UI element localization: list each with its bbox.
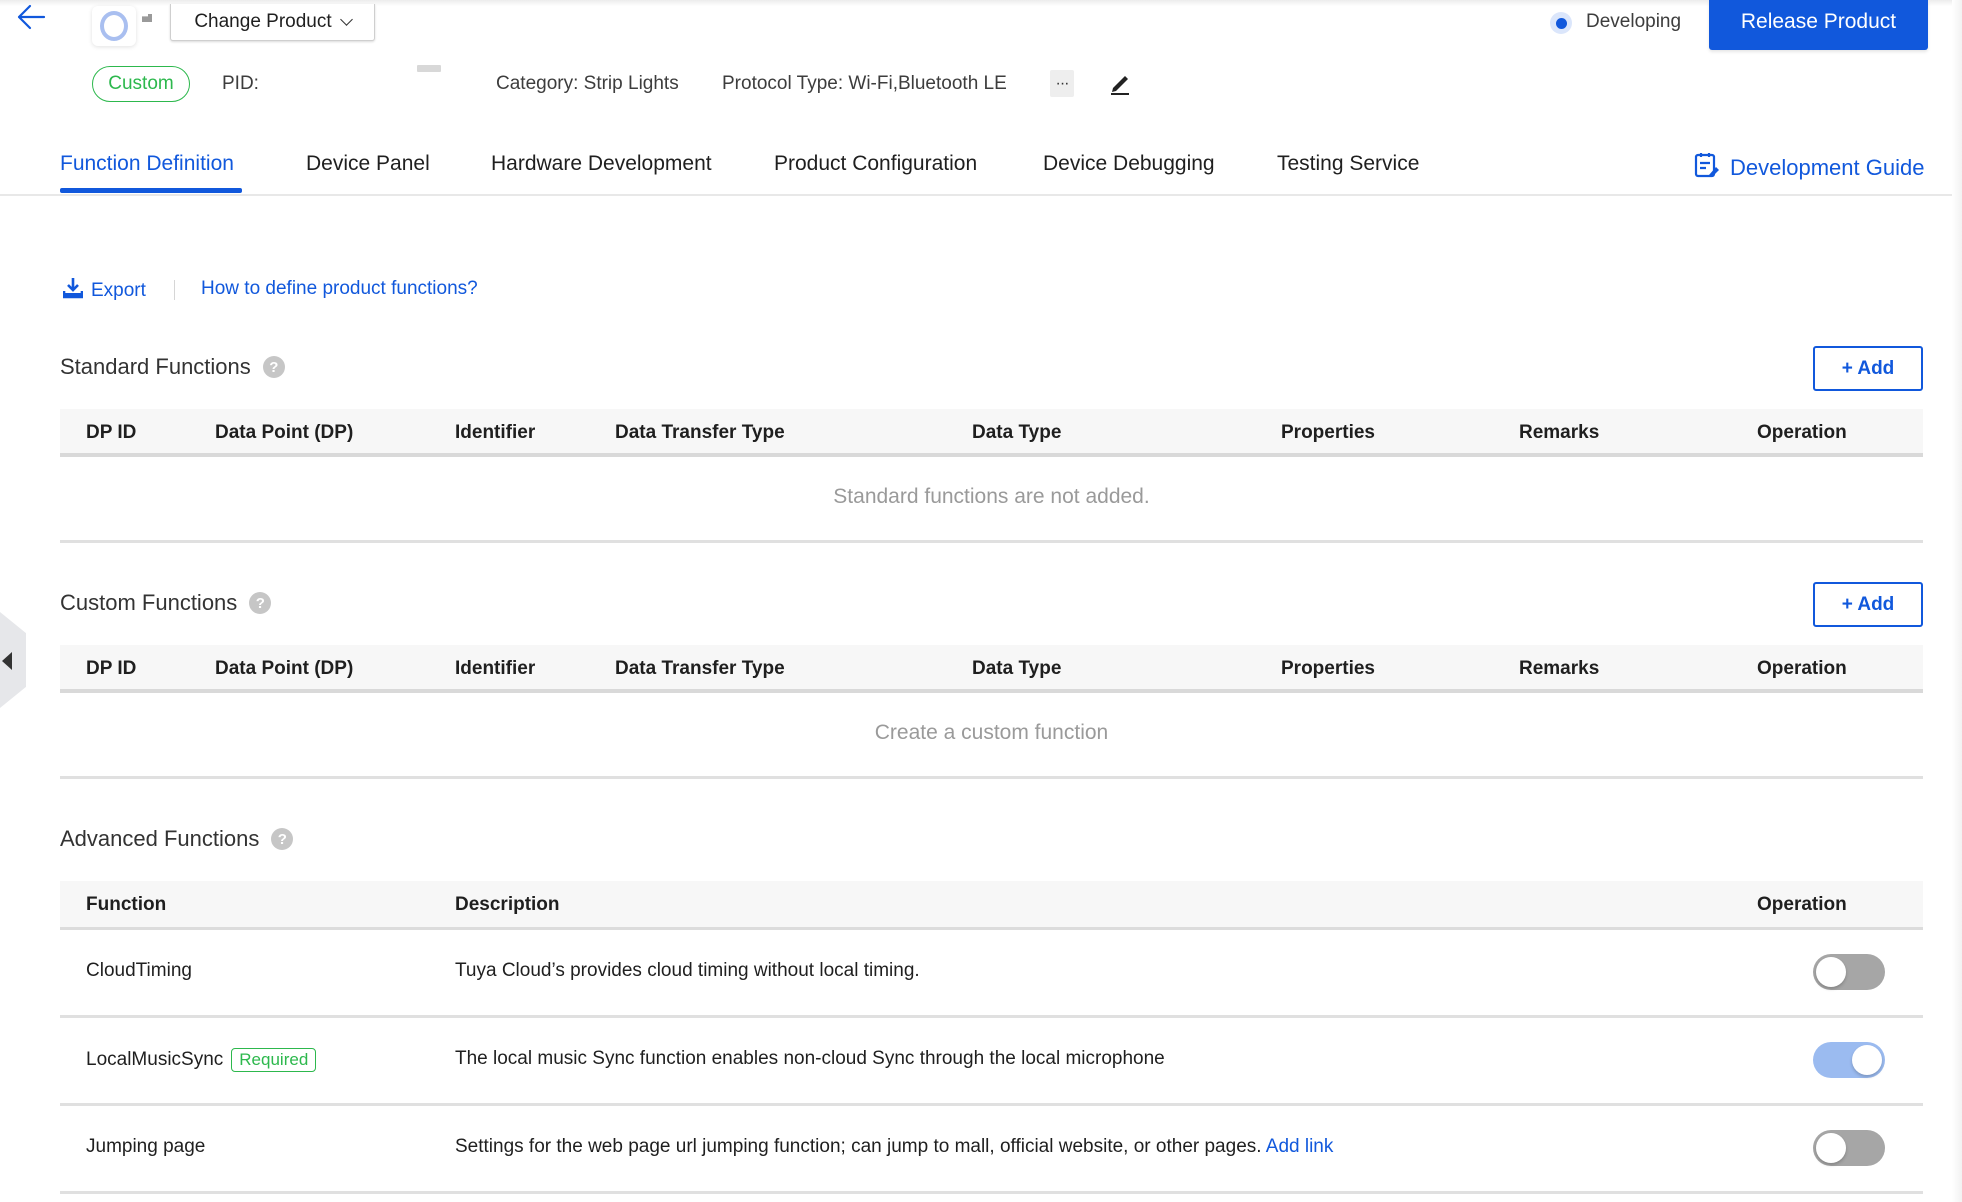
column-header: Operation (1757, 658, 1847, 679)
column-header: Data Point (DP) (215, 422, 354, 443)
status-text: Developing (1586, 11, 1682, 32)
function-name: Jumping page (86, 1136, 206, 1157)
tab-testing-service[interactable]: Testing Service (1277, 152, 1419, 176)
export-label: Export (91, 280, 146, 301)
advanced-functions-heading: Advanced Functions ? (60, 826, 294, 852)
column-header: Remarks (1519, 658, 1600, 679)
add-standard-function-button[interactable]: + Add (1813, 346, 1923, 391)
function-description: The local music Sync function enables no… (455, 1048, 1165, 1069)
development-guide-label: Development Guide (1730, 155, 1925, 180)
column-header: Data Point (DP) (215, 658, 354, 679)
protocol-label: Protocol Type: Wi-Fi,Bluetooth LE (722, 73, 1007, 94)
development-guide-link[interactable]: Development Guide (1694, 151, 1924, 185)
chevron-down-icon (339, 13, 353, 26)
required-badge: Required (231, 1048, 317, 1072)
help-icon[interactable]: ? (249, 592, 272, 614)
guide-notebook-icon (1694, 151, 1720, 185)
change-product-button[interactable]: Change Product (170, 4, 375, 41)
help-icon[interactable]: ? (271, 828, 294, 850)
column-header: Operation (1757, 422, 1847, 443)
tab-product-configuration[interactable]: Product Configuration (774, 152, 977, 176)
column-header: Data Transfer Type (615, 658, 785, 679)
column-header: Description (455, 894, 560, 915)
product-logo-icon (100, 11, 128, 41)
table-row: Jumping page Settings for the web page u… (60, 1106, 1923, 1194)
help-icon[interactable]: ? (262, 356, 285, 378)
toggle-knob (1852, 1045, 1882, 1075)
download-icon (62, 277, 84, 305)
column-header: Data Transfer Type (615, 422, 785, 443)
column-header: Properties (1281, 422, 1375, 443)
edit-logo-icon[interactable] (142, 14, 152, 22)
tab-device-panel[interactable]: Device Panel (306, 152, 430, 176)
toggle-knob (1816, 957, 1846, 987)
function-name: LocalMusicSync (86, 1049, 224, 1070)
custom-functions-heading: Custom Functions ? (60, 590, 272, 616)
standard-functions-table: DP ID Data Point (DP) Identifier Data Tr… (60, 409, 1923, 543)
tab-function-definition[interactable]: Function Definition (60, 152, 234, 176)
cloudtiming-toggle[interactable] (1813, 954, 1885, 990)
how-to-define-link[interactable]: How to define product functions? (201, 278, 478, 300)
column-header: Data Type (972, 658, 1062, 679)
column-header: Identifier (455, 422, 536, 443)
column-header: Properties (1281, 658, 1375, 679)
jumping-page-toggle[interactable] (1813, 1130, 1885, 1166)
table-row: LocalMusicSync Required The local music S… (60, 1018, 1923, 1106)
product-logo (92, 6, 136, 46)
tab-device-debugging[interactable]: Device Debugging (1043, 152, 1215, 176)
active-tab-indicator (60, 188, 242, 193)
function-description: Tuya Cloud’s provides cloud timing witho… (455, 960, 920, 981)
add-custom-function-button[interactable]: + Add (1813, 582, 1923, 627)
function-name-cell: LocalMusicSync Required (86, 1048, 317, 1072)
toolbar-divider (174, 280, 175, 300)
add-link-link[interactable]: Add link (1266, 1136, 1334, 1157)
tab-bar: Function Definition Device Panel Hardwar… (0, 140, 1962, 196)
back-arrow-icon[interactable] (14, 2, 46, 32)
column-header: DP ID (86, 658, 137, 679)
status-dot-icon (1550, 12, 1572, 34)
table-row: CloudTiming Tuya Cloud’s provides cloud … (60, 930, 1923, 1018)
column-header: Operation (1757, 894, 1847, 915)
advanced-functions-table: Function Description Operation CloudTimi… (60, 881, 1923, 1194)
column-header: DP ID (86, 422, 137, 443)
release-product-button[interactable]: Release Product (1709, 0, 1928, 50)
more-icon[interactable]: ··· (1050, 70, 1074, 97)
table-header: DP ID Data Point (DP) Identifier Data Tr… (60, 409, 1923, 457)
column-header: Function (86, 894, 167, 915)
function-description-cell: Settings for the web page url jumping fu… (455, 1136, 1333, 1158)
page-scroll-edge (1952, 0, 1962, 1202)
pencil-icon[interactable] (1108, 70, 1132, 96)
toggle-knob (1816, 1133, 1846, 1163)
table-header: Function Description Operation (60, 881, 1923, 930)
localmusicsync-toggle[interactable] (1813, 1042, 1885, 1078)
empty-state-text: Standard functions are not added. (60, 457, 1923, 543)
pid-label: PID: (222, 73, 259, 94)
export-button[interactable]: Export (62, 277, 146, 305)
category-label: Category: Strip Lights (496, 73, 679, 94)
caret-left-icon (2, 652, 12, 670)
custom-functions-table: DP ID Data Point (DP) Identifier Data Tr… (60, 645, 1923, 779)
empty-state-text: Create a custom function (60, 693, 1923, 779)
table-header: DP ID Data Point (DP) Identifier Data Tr… (60, 645, 1923, 693)
pid-value-masked (417, 65, 441, 72)
advanced-functions-title: Advanced Functions (60, 826, 260, 851)
column-header: Identifier (455, 658, 536, 679)
column-header: Data Type (972, 422, 1062, 443)
standard-functions-title: Standard Functions (60, 354, 251, 379)
tab-hardware-development[interactable]: Hardware Development (491, 152, 712, 176)
standard-functions-heading: Standard Functions ? (60, 354, 285, 380)
product-type-badge: Custom (92, 66, 190, 102)
function-name: CloudTiming (86, 960, 192, 981)
change-product-label: Change Product (194, 11, 332, 32)
column-header: Remarks (1519, 422, 1600, 443)
custom-functions-title: Custom Functions (60, 590, 238, 615)
function-description: Settings for the web page url jumping fu… (455, 1136, 1262, 1157)
